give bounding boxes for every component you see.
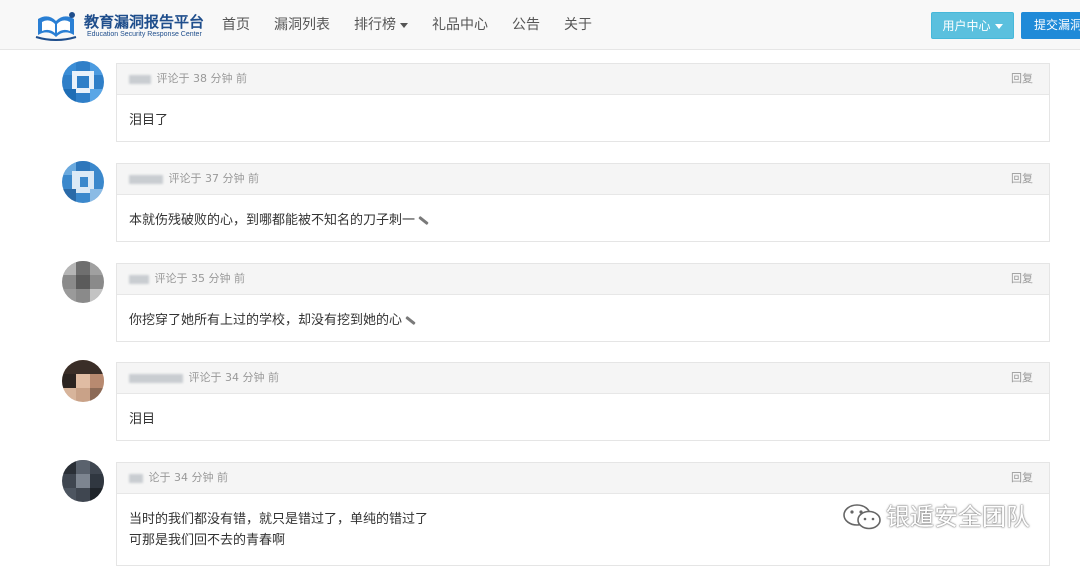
comment-card: 评论于 35 分钟 前 回复 你挖穿了她所有上过的学校，却没有挖到她的心 [116, 263, 1050, 342]
site-logo[interactable]: 教育漏洞报告平台 Education Security Response Cen… [34, 7, 204, 43]
reply-link[interactable]: 回复 [1011, 164, 1033, 194]
nav-about[interactable]: 关于 [552, 0, 604, 50]
nav-vuln-list[interactable]: 漏洞列表 [262, 0, 342, 50]
pixelated-avatar-icon [62, 360, 104, 402]
pixelated-avatar-icon [62, 61, 104, 103]
redacted-username [129, 74, 151, 84]
comment-meta: 评论于 35 分钟 前 [154, 272, 246, 285]
caret-down-icon [994, 24, 1003, 29]
user-center-button[interactable]: 用户中心 [931, 12, 1014, 39]
book-logo-icon [35, 12, 77, 41]
caret-down-icon [400, 22, 408, 28]
top-navbar: 教育漏洞报告平台 Education Security Response Cen… [0, 0, 1080, 50]
knife-emoji-icon [418, 215, 429, 226]
pixelated-avatar-icon [62, 261, 104, 303]
watermark-text: 银遁安全团队 [886, 503, 1030, 531]
comment-body: 泪目 [117, 394, 1049, 430]
nav-gift-center[interactable]: 礼品中心 [420, 0, 500, 50]
redacted-username [129, 373, 183, 383]
redacted-username [129, 473, 143, 483]
knife-emoji-icon [405, 315, 416, 326]
comment-card: 评论于 38 分钟 前 回复 泪目了 [116, 63, 1050, 142]
wechat-icon [843, 504, 881, 530]
comment-text: 泪目了 [129, 113, 169, 128]
comment-body: 你挖穿了她所有上过的学校，却没有挖到她的心 [117, 295, 1049, 331]
comment-meta: 论于 34 分钟 前 [148, 471, 229, 484]
avatar[interactable] [62, 161, 104, 203]
comment-text: 你挖穿了她所有上过的学校，却没有挖到她的心 [129, 310, 1037, 331]
comment-meta: 评论于 37 分钟 前 [168, 172, 260, 185]
submit-vuln-button[interactable]: 提交漏洞 [1021, 12, 1080, 39]
pixelated-avatar-icon [62, 161, 104, 203]
nav-links: 首页 漏洞列表 排行榜 礼品中心 公告 关于 [210, 0, 604, 50]
reply-link[interactable]: 回复 [1011, 64, 1033, 94]
logo-subtitle: Education Security Response Center [87, 31, 202, 38]
comment-header: 评论于 35 分钟 前 回复 [117, 264, 1049, 295]
reply-link[interactable]: 回复 [1011, 463, 1033, 493]
comment-text: 泪目 [129, 412, 156, 427]
pixelated-avatar-icon [62, 460, 104, 502]
avatar[interactable] [62, 261, 104, 303]
redacted-username [129, 174, 163, 184]
comment-header: 评论于 37 分钟 前 回复 [117, 164, 1049, 195]
reply-link[interactable]: 回复 [1011, 264, 1033, 294]
comment-header: 评论于 38 分钟 前 回复 [117, 64, 1049, 95]
redacted-username [129, 274, 149, 284]
reply-link[interactable]: 回复 [1011, 363, 1033, 393]
avatar[interactable] [62, 61, 104, 103]
comment-meta: 评论于 38 分钟 前 [156, 72, 248, 85]
comment-header: 评论于 34 分钟 前 回复 [117, 363, 1049, 394]
comment-text: 本就伤残破败的心，到哪都能被不知名的刀子刺一 [129, 210, 1037, 231]
nav-announcement[interactable]: 公告 [500, 0, 552, 50]
comment-body: 泪目了 [117, 95, 1049, 131]
avatar[interactable] [62, 360, 104, 402]
comment-card: 评论于 34 分钟 前 回复 泪目 [116, 362, 1050, 441]
nav-ranking[interactable]: 排行榜 [342, 0, 420, 50]
nav-home[interactable]: 首页 [210, 0, 262, 50]
avatar[interactable] [62, 460, 104, 502]
comment-header: 论于 34 分钟 前 回复 [117, 463, 1049, 494]
comment-meta: 评论于 34 分钟 前 [188, 371, 280, 384]
comment-card: 评论于 37 分钟 前 回复 本就伤残破败的心，到哪都能被不知名的刀子刺一 [116, 163, 1050, 242]
logo-title: 教育漏洞报告平台 [84, 13, 205, 31]
comment-body: 本就伤残破败的心，到哪都能被不知名的刀子刺一 [117, 195, 1049, 231]
